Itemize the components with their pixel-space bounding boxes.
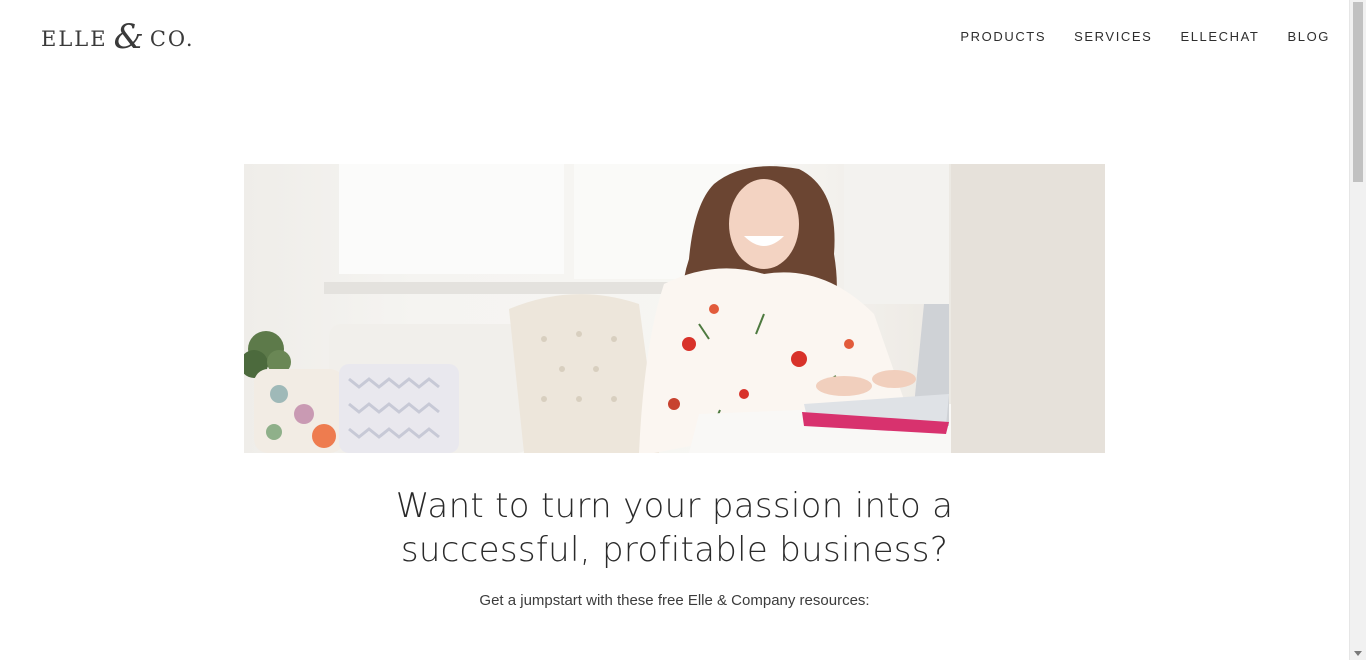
nav-services[interactable]: SERVICES bbox=[1074, 29, 1152, 44]
page-headline: Want to turn your passion into a success… bbox=[0, 484, 1349, 572]
main-nav: PRODUCTS SERVICES ELLECHAT BLOG bbox=[960, 29, 1330, 44]
headline-line-1: Want to turn your passion into a bbox=[395, 486, 954, 526]
page-scrollbar[interactable] bbox=[1349, 0, 1366, 660]
logo-word-co: CO. bbox=[149, 27, 195, 51]
nav-blog[interactable]: BLOG bbox=[1287, 29, 1330, 44]
page: ELLE & CO. PRODUCTS SERVICES ELLECHAT BL… bbox=[0, 0, 1366, 660]
hero-image bbox=[244, 164, 1105, 453]
nav-products[interactable]: PRODUCTS bbox=[960, 29, 1046, 44]
scrollbar-thumb[interactable] bbox=[1353, 2, 1363, 182]
site-logo[interactable]: ELLE & CO. bbox=[41, 17, 195, 57]
intro-subtext: Get a jumpstart with these free Elle & C… bbox=[479, 592, 870, 609]
logo-ampersand: & bbox=[113, 17, 144, 57]
headline-line-2: successful, profitable business? bbox=[400, 530, 949, 570]
hero-photo-illustration bbox=[244, 164, 1105, 453]
logo-word-elle: ELLE bbox=[41, 27, 108, 51]
nav-ellechat[interactable]: ELLECHAT bbox=[1180, 29, 1259, 44]
scroll-down-arrow-icon[interactable] bbox=[1354, 651, 1362, 656]
